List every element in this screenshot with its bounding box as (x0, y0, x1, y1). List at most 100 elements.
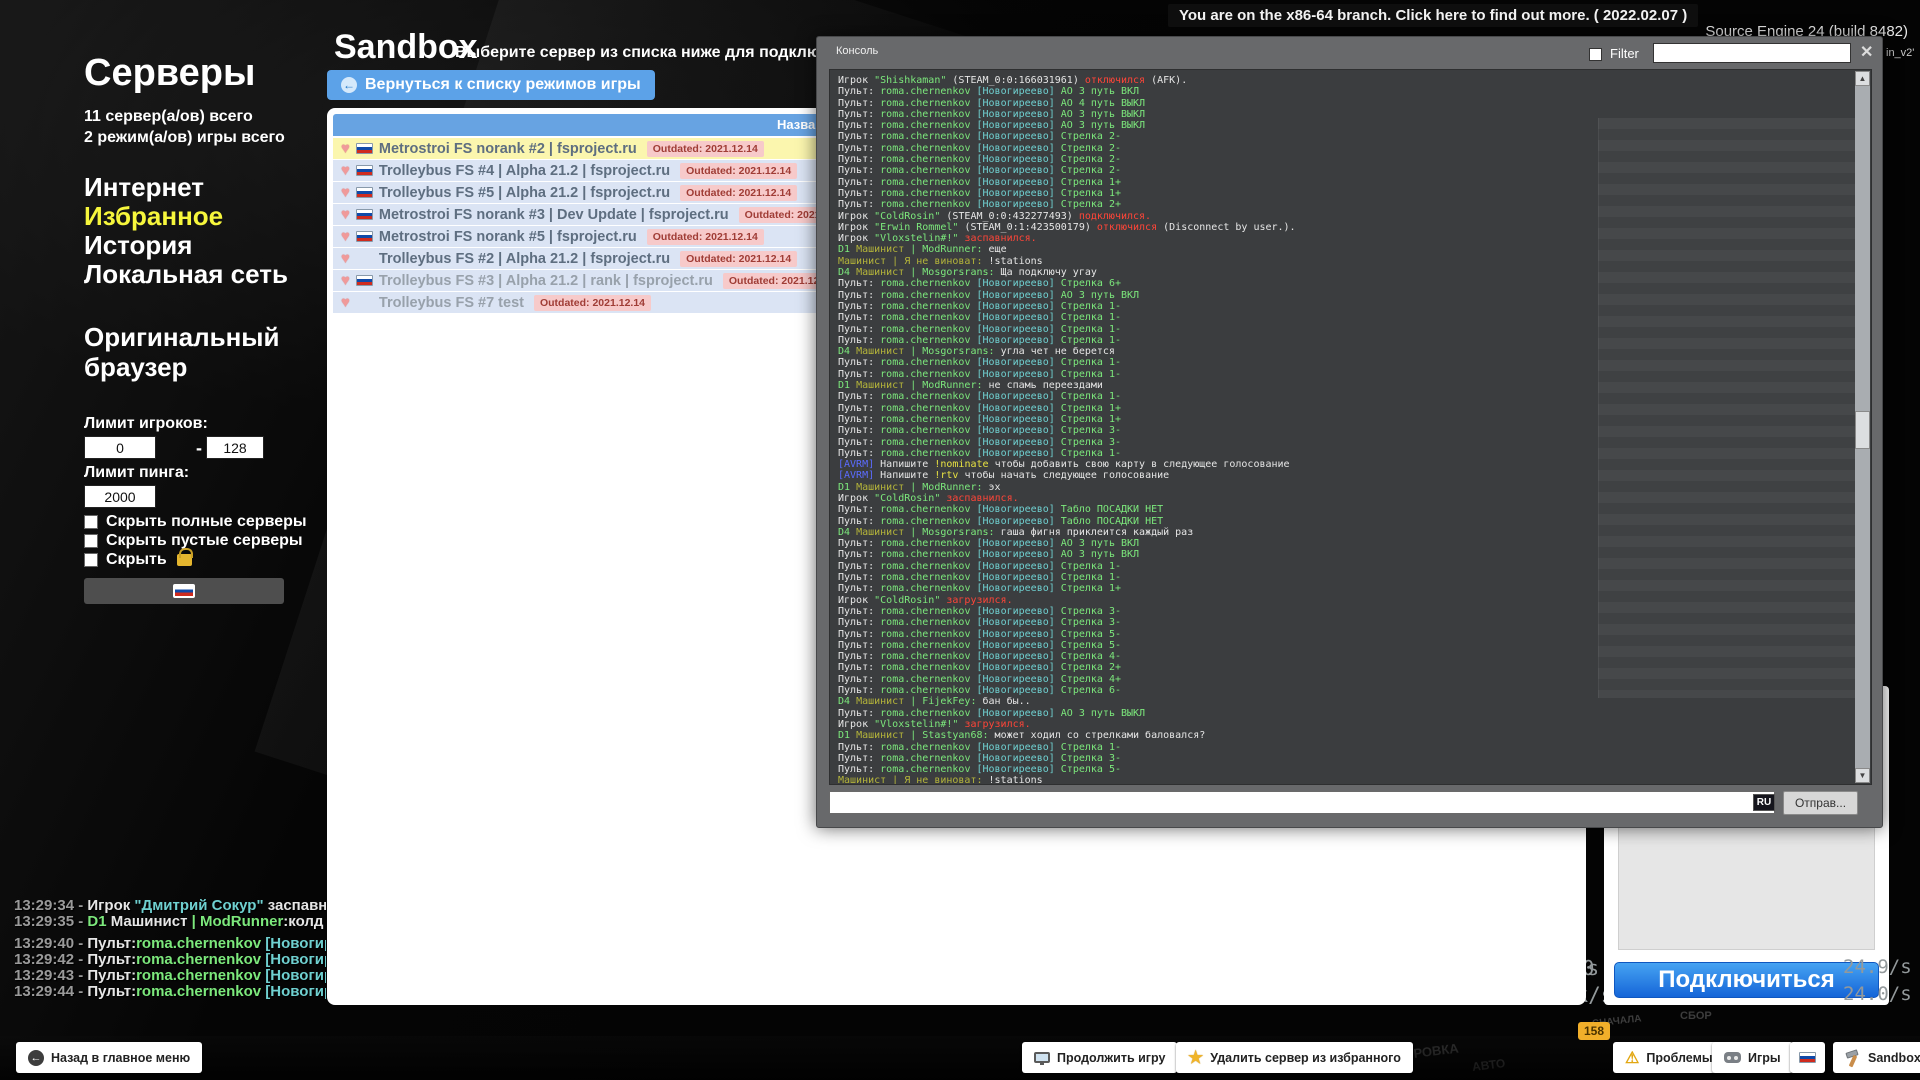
remove-favorite-button[interactable]: ★ Удалить сервер из избранного (1176, 1042, 1413, 1073)
console-line: Пульт: roma.chernenkov [Новогиреево] Стр… (838, 764, 1863, 775)
continue-game-label: Продолжить игру (1057, 1051, 1165, 1065)
language-flag-button[interactable] (1790, 1042, 1825, 1073)
hide-locked-servers-checkbox[interactable]: Скрыть (84, 551, 192, 569)
console-window[interactable]: Консоль Filter ✕ Игрок "Shishkaman" (STE… (816, 36, 1883, 828)
chat-timestamp: 13:29:43 - (14, 967, 87, 984)
checkbox-icon[interactable] (84, 534, 98, 548)
netgraph-rate-out: 24.0/s (1843, 983, 1912, 1005)
console-line: D4 Машинист | FijekFey: бан бы.. (838, 696, 1863, 707)
sandbox-button[interactable]: Sandbox (1833, 1042, 1920, 1073)
hide-locked-servers-label: Скрыть (106, 551, 167, 569)
chat-line: 13:29:43 - Пульт:roma.chernenkov [Новоги… (14, 968, 326, 984)
checkbox-icon[interactable] (84, 553, 98, 567)
sidebar-item-favorites[interactable]: Избранное (84, 201, 223, 232)
problems-count-badge: 158 (1578, 1022, 1610, 1040)
console-line: Игрок "Vloxstelin#!" загрузился. (838, 719, 1863, 730)
hammer-icon (1843, 1050, 1861, 1066)
sidebar-item-original-browser[interactable]: Оригинальный браузер (84, 322, 294, 382)
keyboard-language-indicator: RU (1753, 794, 1775, 811)
hide-full-servers-checkbox[interactable]: Скрыть полные серверы (84, 513, 307, 531)
console-line: Пульт: roma.chernenkov [Новогиреево] АО … (838, 86, 1863, 97)
chat-timestamp: 13:29:44 - (14, 983, 87, 1000)
server-count: 11 сервер(а/ов) всего (84, 108, 253, 126)
chat-line: 13:29:34 - Игрок "Дмитрий Сокур" заспавн… (14, 898, 326, 914)
console-log[interactable]: Игрок "Shishkaman" (STEAM_0:0:166031961)… (829, 69, 1872, 785)
lock-icon (177, 554, 192, 566)
player-limit-max-input[interactable] (206, 436, 264, 459)
scroll-down-icon[interactable]: ▼ (1855, 768, 1870, 783)
back-to-gamemodes-label: Вернуться к списку режимов игры (365, 76, 641, 94)
server-name: Trolleybus FS #3 | Alpha 21.2 | rank | f… (379, 273, 713, 289)
console-command-input[interactable] (829, 791, 1775, 814)
background-showthrough (1598, 118, 1860, 698)
hide-empty-servers-checkbox[interactable]: Скрыть пустые серверы (84, 532, 303, 550)
back-arrow-icon: ← (341, 77, 357, 93)
filter-label: Filter (1610, 46, 1639, 61)
chat-timestamp: 13:29:35 - (14, 913, 87, 930)
game-chat-overlay: 13:29:34 - Игрок "Дмитрий Сокур" заспавн… (14, 898, 326, 1000)
server-name: Metrostroi FS norank #5 | fsproject.ru (379, 229, 637, 245)
console-line: Игрок "Shishkaman" (STEAM_0:0:166031961)… (838, 75, 1863, 86)
chat-timestamp: 13:29:40 - (14, 935, 87, 952)
scroll-up-icon[interactable]: ▲ (1855, 71, 1870, 86)
games-button[interactable]: Игры (1712, 1042, 1793, 1073)
star-icon: ★ (1188, 1048, 1203, 1068)
hide-empty-servers-label: Скрыть пустые серверы (106, 532, 303, 550)
russian-flag-icon (173, 584, 195, 598)
sandbox-label: Sandbox (1868, 1051, 1920, 1065)
chat-line: 13:29:40 - Пульт:roma.chernenkov [Новоги… (14, 936, 326, 952)
console-send-button[interactable]: Отправ... (1783, 791, 1858, 815)
warning-icon: ⚠ (1625, 1048, 1639, 1068)
favorite-heart-icon: ♥ (341, 250, 350, 267)
filter-input[interactable] (1653, 43, 1851, 63)
ping-limit-input[interactable] (84, 485, 156, 508)
problems-label: Проблемы (1646, 1051, 1712, 1065)
chat-line: 13:29:42 - Пульт:roma.chernenkov [Новоги… (14, 952, 326, 968)
russian-flag-icon (1799, 1052, 1816, 1063)
sidebar-item-internet[interactable]: Интернет (84, 172, 204, 203)
close-icon[interactable]: ✕ (1860, 42, 1873, 62)
scrollbar-thumb[interactable] (1855, 411, 1870, 449)
chat-timestamp: 13:29:42 - (14, 951, 87, 968)
server-name: Metrostroi FS norank #3 | Dev Update | f… (379, 207, 729, 223)
remove-favorite-label: Удалить сервер из избранного (1210, 1051, 1401, 1065)
favorite-heart-icon: ♥ (341, 140, 350, 157)
region-flag-button[interactable] (84, 578, 284, 604)
russian-flag-icon (356, 143, 373, 154)
screen-icon (1034, 1052, 1050, 1063)
outdated-badge: Outdated: 2021.12.14 (680, 163, 797, 179)
problems-button[interactable]: ⚠ Проблемы (1613, 1042, 1725, 1073)
server-name: Trolleybus FS #5 | Alpha 21.2 | fsprojec… (379, 185, 670, 201)
filter-checkbox[interactable] (1589, 48, 1602, 61)
bottom-taskbar: ← Назад в главное меню Продолжить игру ★… (0, 1036, 1920, 1080)
gamemode-subtitle: Выберите сервер из списка ниже для подкл… (455, 44, 867, 62)
netgraph-rate-in: 24.9/s (1843, 956, 1912, 978)
outdated-badge: Outdated: 2021.12.14 (647, 229, 764, 245)
map-name-fragment: in_v2' (1886, 47, 1914, 59)
connect-button[interactable]: Подключиться (1614, 962, 1879, 998)
branch-notice[interactable]: You are on the x86-64 branch. Click here… (1168, 4, 1698, 27)
outdated-badge: Outdated: 2021.12.14 (680, 251, 797, 267)
back-to-gamemodes-button[interactable]: ← Вернуться к списку режимов игры (327, 70, 655, 100)
player-limit-dash: - (196, 438, 202, 459)
console-scrollbar[interactable]: ▲ ▼ (1855, 71, 1870, 783)
back-to-main-menu-button[interactable]: ← Назад в главное меню (16, 1042, 202, 1073)
favorite-heart-icon: ♥ (341, 206, 350, 223)
sidebar-item-lan[interactable]: Локальная сеть (84, 259, 288, 290)
console-title: Консоль (836, 45, 878, 57)
favorite-heart-icon: ♥ (341, 162, 350, 179)
sidebar-item-history[interactable]: История (84, 230, 192, 261)
player-limit-label: Лимит игроков: (84, 415, 208, 433)
continue-game-button[interactable]: Продолжить игру (1022, 1042, 1177, 1073)
sidebar-title: Серверы (84, 52, 255, 95)
favorite-heart-icon: ♥ (341, 294, 350, 311)
checkbox-icon[interactable] (84, 515, 98, 529)
games-label: Игры (1748, 1051, 1781, 1065)
favorite-heart-icon: ♥ (341, 272, 350, 289)
player-limit-min-input[interactable] (84, 436, 156, 459)
russian-flag-icon (356, 275, 373, 286)
back-to-main-menu-label: Назад в главное меню (51, 1051, 190, 1065)
chat-timestamp: 13:29:34 - (14, 898, 87, 914)
gamemode-count: 2 режим(а/ов) игры всего (84, 129, 285, 147)
hide-full-servers-label: Скрыть полные серверы (106, 513, 307, 531)
